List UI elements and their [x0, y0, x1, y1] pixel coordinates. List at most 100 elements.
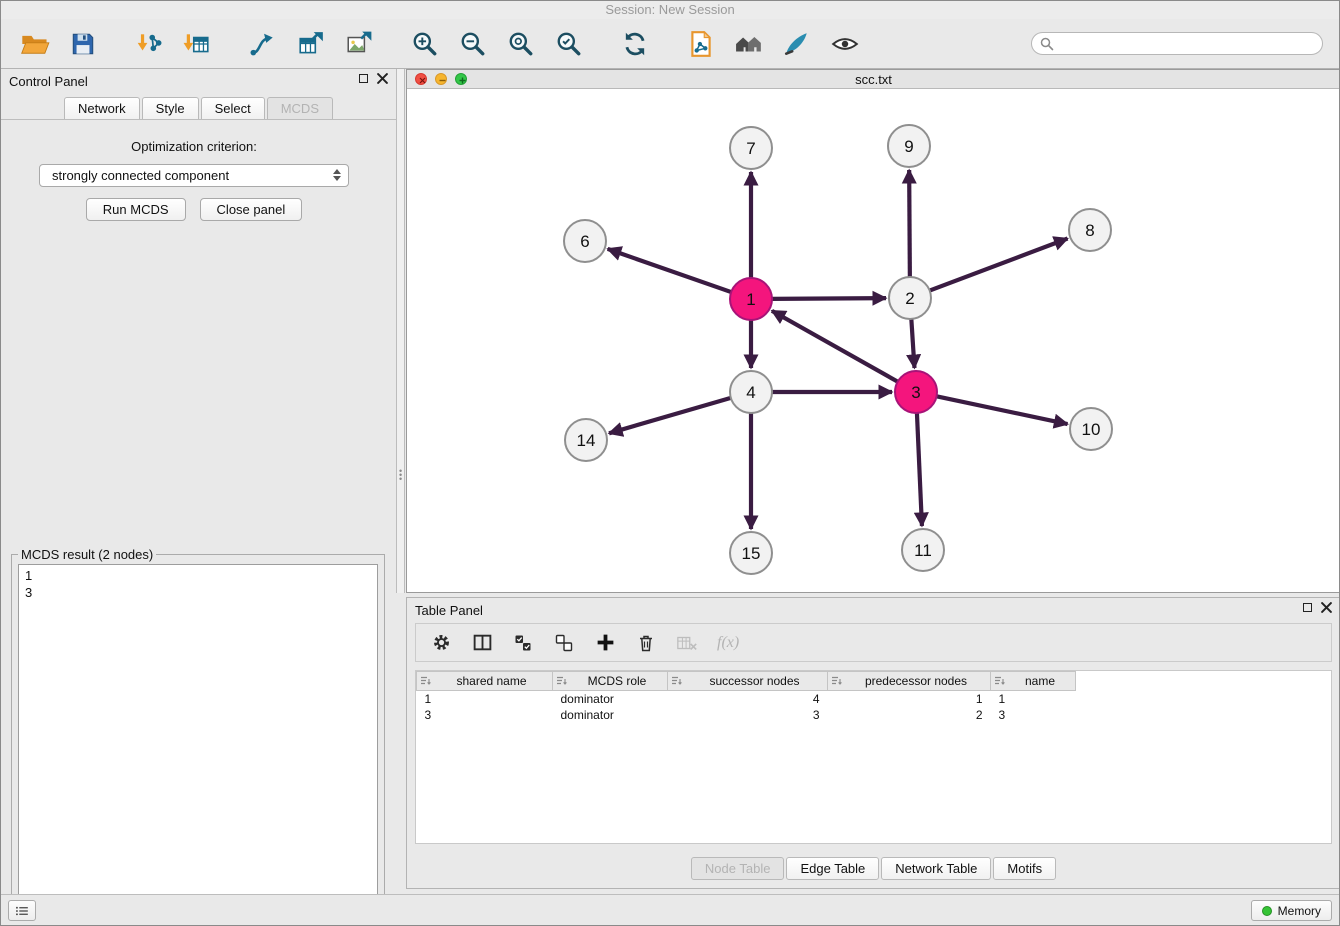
home-layout-button[interactable] — [730, 25, 768, 63]
float-panel-icon[interactable] — [359, 74, 368, 83]
zoom-selected-icon — [555, 30, 583, 58]
memory-button[interactable]: Memory — [1251, 900, 1332, 921]
column-header-shared-name[interactable]: shared name — [417, 672, 553, 691]
delete-table-icon — [676, 633, 698, 653]
show-all-columns-button[interactable] — [512, 632, 534, 654]
node-9[interactable]: 9 — [888, 125, 930, 167]
node-7[interactable]: 7 — [730, 127, 772, 169]
delete-table-button — [676, 632, 698, 654]
open-session-button[interactable] — [16, 25, 54, 63]
save-session-button[interactable] — [64, 25, 102, 63]
optimization-select[interactable]: strongly connected component — [39, 164, 349, 187]
close-panel-icon[interactable] — [377, 73, 388, 84]
float-table-panel-icon[interactable] — [1303, 603, 1312, 612]
edge-3-1[interactable] — [772, 311, 898, 382]
node-8[interactable]: 8 — [1069, 209, 1111, 251]
tab-node-table[interactable]: Node Table — [691, 857, 785, 880]
export-image-icon — [345, 30, 373, 58]
node-11[interactable]: 11 — [902, 529, 944, 571]
table-cell: 1 — [417, 691, 553, 707]
node-label: 6 — [580, 232, 589, 251]
control-panel-content: Optimization criterion: strongly connect… — [1, 123, 387, 894]
add-column-button[interactable] — [594, 632, 616, 654]
mcds-result-value: 1 — [25, 567, 371, 584]
table-cell: 3 — [668, 707, 828, 723]
node-15[interactable]: 15 — [730, 532, 772, 574]
edge-4-14[interactable] — [609, 398, 731, 433]
node-6[interactable]: 6 — [564, 220, 606, 262]
search-input[interactable] — [1059, 36, 1314, 52]
tab-mcds[interactable]: MCDS — [267, 97, 333, 119]
home-icon — [735, 30, 763, 58]
node-3[interactable]: 3 — [895, 371, 937, 413]
column-header-MCDS-role[interactable]: MCDS role — [553, 672, 668, 691]
table-row[interactable]: 3dominator323 — [417, 707, 1076, 723]
node-label: 14 — [577, 431, 596, 450]
close-table-panel-icon[interactable] — [1321, 602, 1332, 613]
delete-column-button[interactable] — [635, 632, 657, 654]
table-row[interactable]: 1dominator411 — [417, 691, 1076, 707]
tab-select[interactable]: Select — [201, 97, 265, 119]
table-panel: Table Panel — [406, 597, 1340, 889]
import-network-button[interactable] — [130, 25, 168, 63]
zoom-fit-button[interactable] — [502, 25, 540, 63]
optimization-value: strongly connected component — [52, 168, 229, 183]
sort-icon — [671, 676, 683, 687]
panel-splitter[interactable]: ••• — [396, 69, 405, 593]
network-file-button[interactable] — [682, 25, 720, 63]
network-canvas[interactable]: 7 9 6 8 1 2 4 3 14 10 15 11 — [407, 89, 1340, 592]
export-network-button[interactable] — [244, 25, 282, 63]
hide-all-columns-button[interactable] — [553, 632, 575, 654]
edge-3-10[interactable] — [937, 396, 1068, 424]
import-table-button[interactable] — [178, 25, 216, 63]
import-table-icon — [183, 30, 211, 58]
tab-style[interactable]: Style — [142, 97, 199, 119]
show-hide-button[interactable] — [826, 25, 864, 63]
zoom-out-icon — [459, 30, 487, 58]
column-header-successor-nodes[interactable]: successor nodes — [668, 672, 828, 691]
style-paint-button[interactable] — [778, 25, 816, 63]
window-zoom-icon[interactable] — [455, 73, 467, 85]
edge-2-9[interactable] — [909, 170, 910, 277]
close-panel-button[interactable]: Close panel — [200, 198, 303, 221]
node-label: 8 — [1085, 221, 1094, 240]
run-mcds-button[interactable]: Run MCDS — [86, 198, 186, 221]
node-label: 15 — [742, 544, 761, 563]
export-table-button[interactable] — [292, 25, 330, 63]
tab-network[interactable]: Network — [64, 97, 140, 119]
edge-1-2[interactable] — [772, 298, 886, 299]
network-window-title: scc.txt — [855, 72, 892, 87]
column-header-predecessor-nodes[interactable]: predecessor nodes — [828, 672, 991, 691]
window-close-icon[interactable] — [415, 73, 427, 85]
table-cell: 1 — [991, 691, 1076, 707]
export-image-button[interactable] — [340, 25, 378, 63]
control-panel-header: Control Panel — [1, 69, 396, 93]
node-10[interactable]: 10 — [1070, 408, 1112, 450]
mcds-result-list[interactable]: 13 — [18, 564, 378, 924]
unchecked-boxes-icon — [554, 633, 574, 653]
window-minimize-icon[interactable] — [435, 73, 447, 85]
table-cell: dominator — [553, 691, 668, 707]
edge-3-11[interactable] — [917, 413, 922, 526]
task-list-button[interactable] — [8, 900, 36, 921]
search-box[interactable] — [1031, 32, 1323, 55]
node-1[interactable]: 1 — [730, 278, 772, 320]
zoom-in-button[interactable] — [406, 25, 444, 63]
tab-network-table[interactable]: Network Table — [881, 857, 991, 880]
column-header-name[interactable]: name — [991, 672, 1076, 691]
zoom-out-button[interactable] — [454, 25, 492, 63]
tab-motifs[interactable]: Motifs — [993, 857, 1056, 880]
split-panel-button[interactable] — [471, 632, 493, 654]
node-14[interactable]: 14 — [565, 419, 607, 461]
node-2[interactable]: 2 — [889, 277, 931, 319]
table-settings-button[interactable] — [430, 632, 452, 654]
edge-2-8[interactable] — [930, 238, 1068, 290]
refresh-layout-button[interactable] — [616, 25, 654, 63]
network-view-window: scc.txt 7 9 6 8 1 2 4 3 14 10 15 11 — [406, 69, 1340, 593]
zoom-selected-button[interactable] — [550, 25, 588, 63]
edge-1-6[interactable] — [608, 249, 732, 292]
tab-edge-table[interactable]: Edge Table — [786, 857, 879, 880]
plus-icon — [595, 632, 616, 653]
node-4[interactable]: 4 — [730, 371, 772, 413]
edge-2-3[interactable] — [911, 319, 914, 368]
